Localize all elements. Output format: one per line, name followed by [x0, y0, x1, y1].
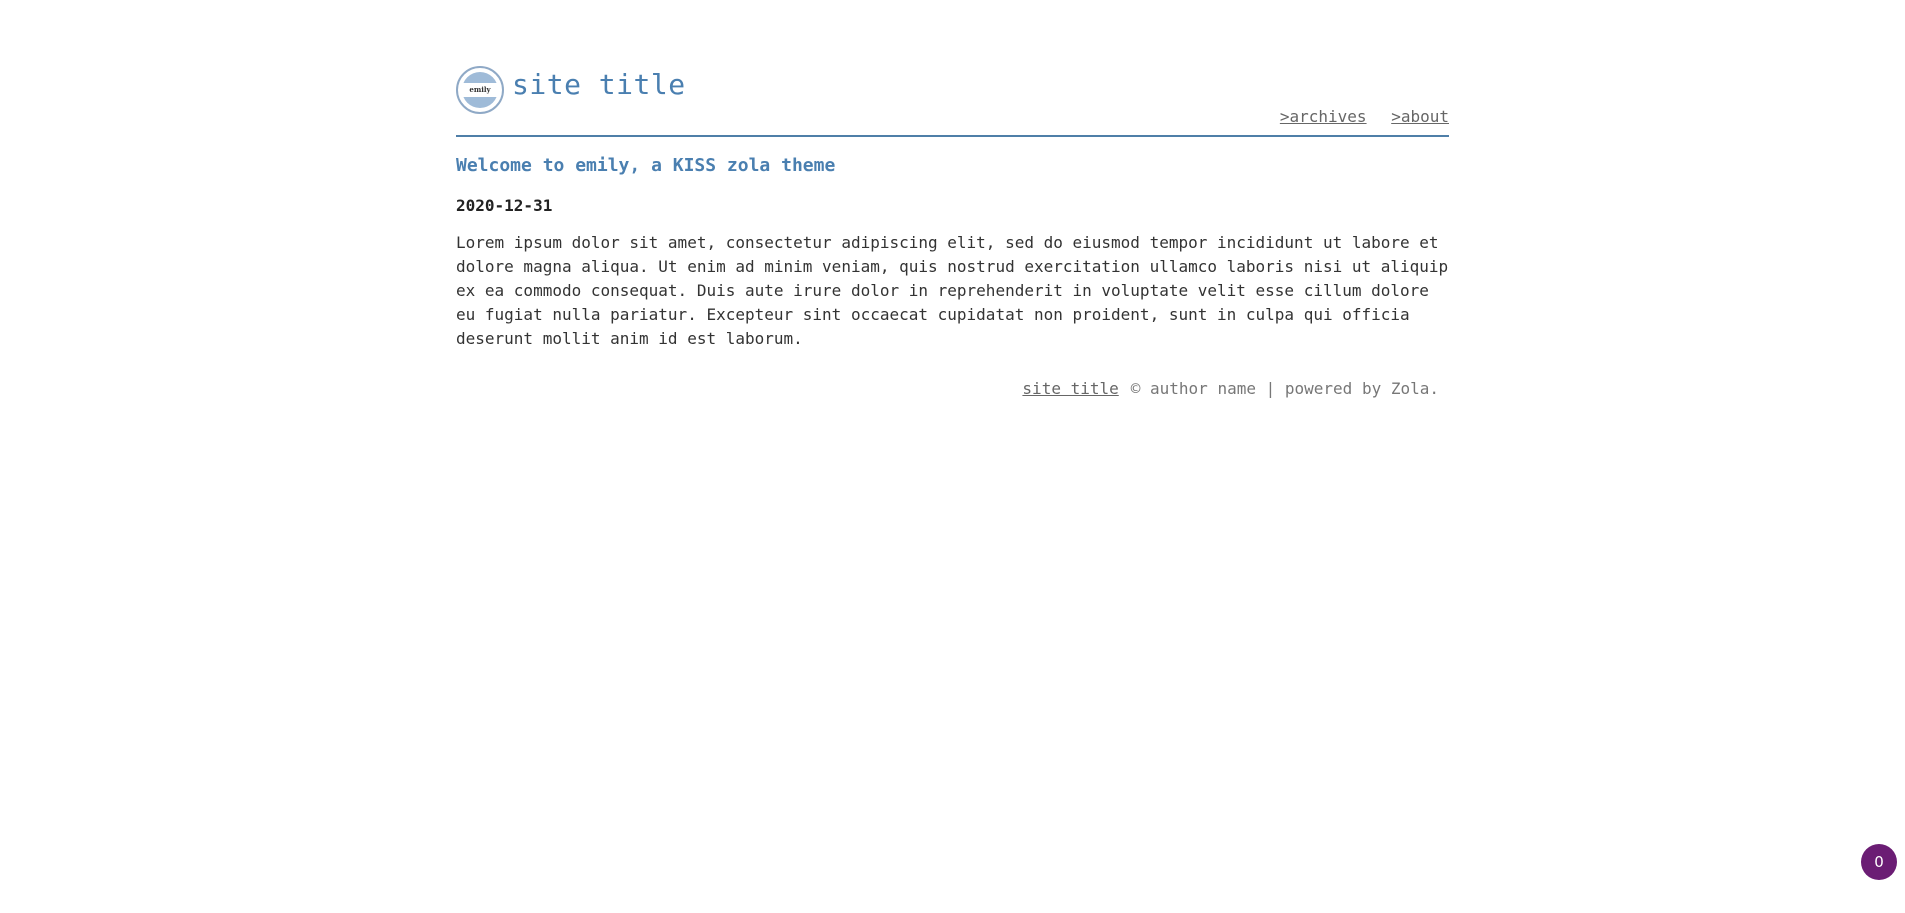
notification-badge[interactable]: 0 [1861, 844, 1897, 880]
site-title-link[interactable]: site title [512, 68, 686, 101]
post-body: Lorem ipsum dolor sit amet, consectetur … [456, 233, 1449, 348]
nav-link-archives[interactable]: >archives [1280, 107, 1367, 126]
post-title[interactable]: Welcome to emily, a KISS zola theme [456, 155, 835, 176]
main-nav: >archives >about [1265, 107, 1449, 126]
nav-link-about[interactable]: >about [1391, 107, 1449, 126]
footer-site-link[interactable]: site title [1022, 379, 1118, 398]
site-logo[interactable]: emily [456, 66, 504, 114]
post-date: 2020-12-31 [456, 196, 553, 215]
site-footer: site title © author name | powered by Zol… [1022, 379, 1439, 398]
page-container: emily site title >archives >about Welcom… [456, 0, 1449, 398]
footer-text: © author name | powered by Zola. [1130, 379, 1439, 398]
logo-text: emily [469, 85, 491, 94]
site-header: emily site title >archives >about [456, 0, 1449, 137]
